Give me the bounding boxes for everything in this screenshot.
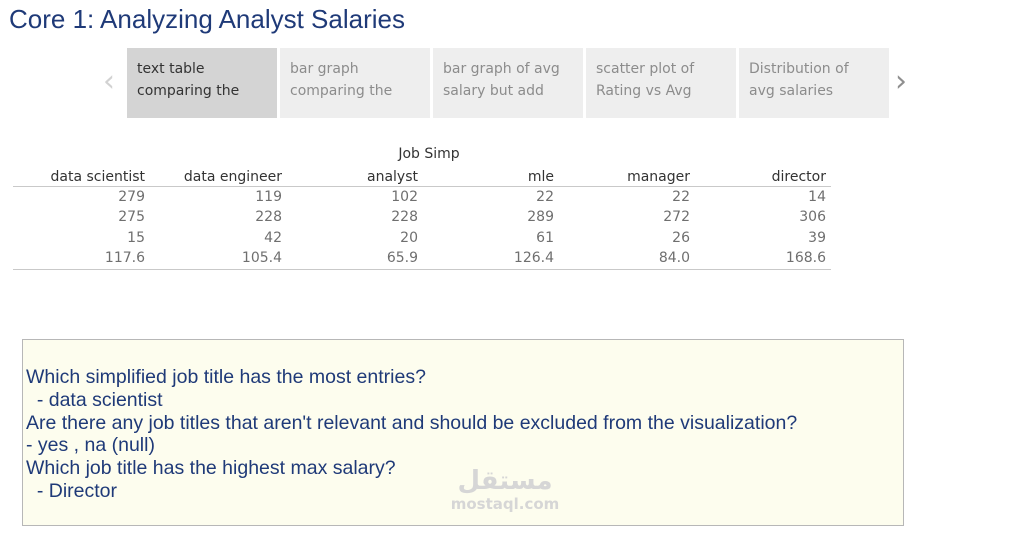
tab-label-line2: comparing the xyxy=(137,83,240,99)
table-header-row: data scientist data engineer analyst mle… xyxy=(13,167,831,187)
table-cell: 228 xyxy=(391,209,418,225)
table-row: 275 228 228 289 272 306 xyxy=(13,207,831,227)
table-cell: 20 xyxy=(400,230,418,246)
tab-label-line1: bar graph xyxy=(290,61,359,77)
tab-scroll-left-icon[interactable]: ‹ xyxy=(98,62,120,102)
table-cell: 279 xyxy=(118,189,145,205)
table-bottom-divider xyxy=(13,269,831,270)
tab-scatter-plot[interactable]: scatter plot of Rating vs Avg xyxy=(586,48,736,118)
tab-label-line2: Rating vs Avg xyxy=(596,83,692,99)
table-cell: 39 xyxy=(808,230,826,246)
table-cell: 117.6 xyxy=(104,250,145,266)
table-cell: 22 xyxy=(672,189,690,205)
table-cell: 42 xyxy=(264,230,282,246)
column-header: director xyxy=(771,169,826,185)
column-header: manager xyxy=(627,169,690,185)
note-question: Which job title has the highest max sala… xyxy=(26,457,396,480)
table-cell: 26 xyxy=(672,230,690,246)
table-row: 279 119 102 22 22 14 xyxy=(13,187,831,207)
note-answer: - Director xyxy=(26,479,118,502)
table-cell: 84.0 xyxy=(658,250,690,266)
table-cell: 65.9 xyxy=(386,250,418,266)
column-header: analyst xyxy=(367,169,418,185)
note-answer: - data scientist xyxy=(26,388,163,411)
table-cell: 275 xyxy=(118,209,145,225)
note-question: Which simplified job title has the most … xyxy=(26,366,426,388)
column-header: data scientist xyxy=(50,169,145,185)
table-cell: 119 xyxy=(255,189,282,205)
note-answer: - yes , na (null) xyxy=(26,434,155,457)
page-title: Core 1: Analyzing Analyst Salaries xyxy=(9,4,405,34)
tab-label-line2: avg salaries xyxy=(749,83,834,99)
story-tabs: text table comparing the bar graph compa… xyxy=(127,48,892,118)
tab-scroll-right-icon[interactable]: › xyxy=(890,62,912,102)
table-cell: 126.4 xyxy=(513,250,554,266)
table-row: 15 42 20 61 26 39 xyxy=(13,228,831,248)
table-cell: 15 xyxy=(127,230,145,246)
column-header: data engineer xyxy=(183,169,282,185)
tab-label-line1: bar graph of avg xyxy=(443,61,560,77)
tab-bar-graph-avg-salary[interactable]: bar graph of avg salary but add xyxy=(433,48,583,118)
table-cell: 168.6 xyxy=(785,250,826,266)
table-cell: 61 xyxy=(536,230,554,246)
table-cell: 289 xyxy=(527,209,554,225)
note-question: Are there any job titles that aren't rel… xyxy=(26,411,798,434)
column-header: mle xyxy=(527,169,554,185)
table-group-header: Job Simp xyxy=(398,146,460,162)
table-cell: 14 xyxy=(808,189,826,205)
notes-panel: Which simplified job title has the most … xyxy=(22,339,904,526)
table-cell: 306 xyxy=(799,209,826,225)
tab-label-line1: text table xyxy=(137,61,205,77)
table-cell: 22 xyxy=(536,189,554,205)
tab-text-table[interactable]: text table comparing the xyxy=(127,48,277,118)
table-cell: 272 xyxy=(663,209,690,225)
table-row: 117.6 105.4 65.9 126.4 84.0 168.6 xyxy=(13,248,831,268)
table-cell: 105.4 xyxy=(241,250,282,266)
table-cell: 228 xyxy=(255,209,282,225)
tab-label-line2: salary but add xyxy=(443,83,544,99)
table-cell: 102 xyxy=(391,189,418,205)
tab-label-line1: Distribution of xyxy=(749,61,849,77)
tab-bar-graph[interactable]: bar graph comparing the xyxy=(280,48,430,118)
tab-distribution[interactable]: Distribution of avg salaries xyxy=(739,48,889,118)
tab-label-line2: comparing the xyxy=(290,83,393,99)
tab-label-line1: scatter plot of xyxy=(596,61,695,77)
